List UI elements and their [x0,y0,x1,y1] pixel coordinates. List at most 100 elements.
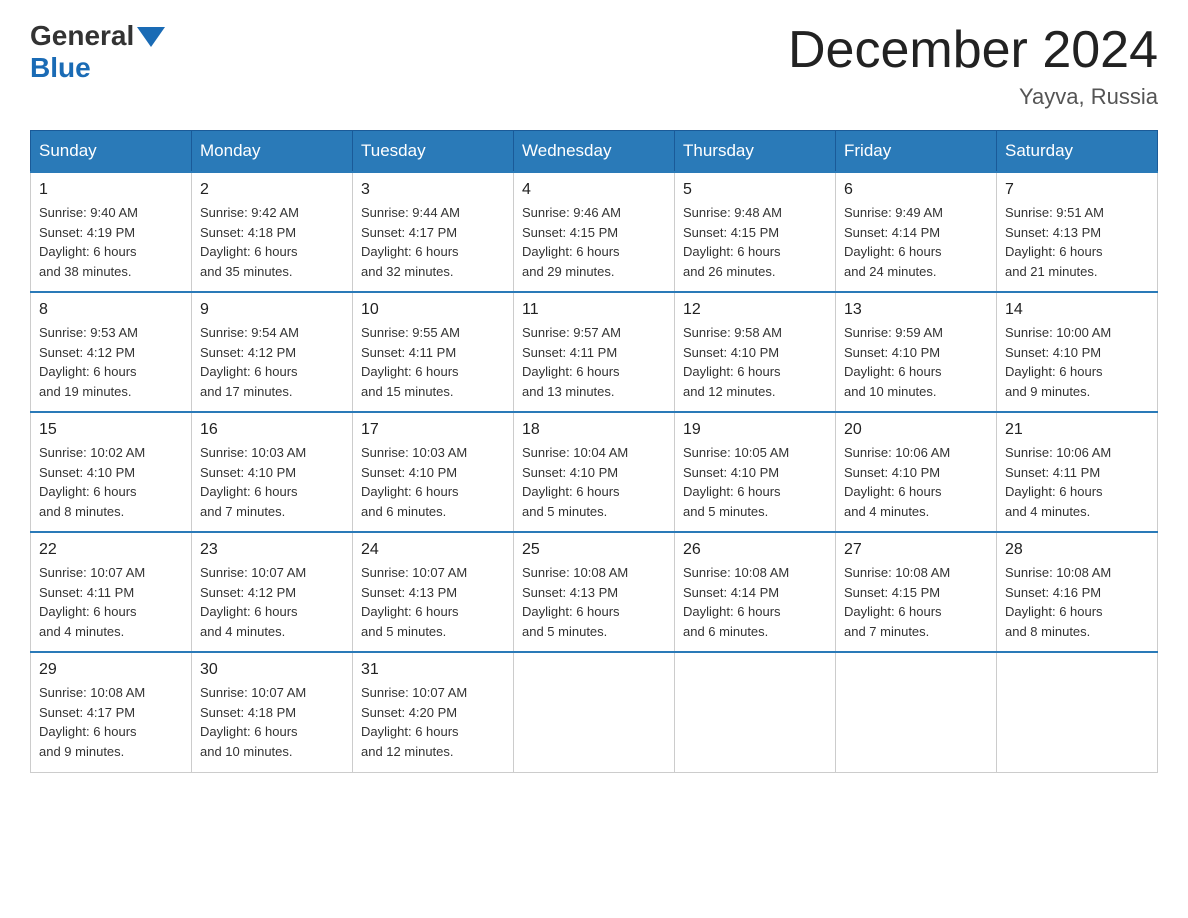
calendar-cell: 6 Sunrise: 9:49 AM Sunset: 4:14 PM Daylig… [836,172,997,292]
calendar-cell: 13 Sunrise: 9:59 AM Sunset: 4:10 PM Dayli… [836,292,997,412]
day-of-week-header: Tuesday [353,131,514,173]
day-number: 12 [683,301,827,319]
day-number: 17 [361,421,505,439]
day-number: 22 [39,541,183,559]
calendar-cell [836,652,997,772]
day-number: 4 [522,181,666,199]
day-info: Sunrise: 9:54 AM Sunset: 4:12 PM Dayligh… [200,323,344,401]
day-number: 23 [200,541,344,559]
logo: General Blue [30,20,165,84]
day-number: 16 [200,421,344,439]
day-info: Sunrise: 10:08 AM Sunset: 4:17 PM Daylig… [39,683,183,761]
day-info: Sunrise: 10:00 AM Sunset: 4:10 PM Daylig… [1005,323,1149,401]
calendar-cell: 30 Sunrise: 10:07 AM Sunset: 4:18 PM Dayl… [192,652,353,772]
calendar-week-row: 15Sunrise: 10:02 AM Sunset: 4:10 PM Dayl… [31,412,1158,532]
logo-blue: Blue [30,52,91,84]
day-info: Sunrise: 10:07 AM Sunset: 4:20 PM Daylig… [361,683,505,761]
day-of-week-header: Saturday [997,131,1158,173]
day-number: 8 [39,301,183,319]
day-number: 11 [522,301,666,319]
day-info: Sunrise: 9:40 AM Sunset: 4:19 PM Dayligh… [39,203,183,281]
calendar-cell: 24 Sunrise: 10:07 AM Sunset: 4:13 PM Dayl… [353,532,514,652]
day-number: 20 [844,421,988,439]
day-number: 24 [361,541,505,559]
calendar-cell: 25 Sunrise: 10:08 AM Sunset: 4:13 PM Dayl… [514,532,675,652]
calendar-cell: 10Sunrise: 9:55 AM Sunset: 4:11 PM Dayli… [353,292,514,412]
day-of-week-header: Wednesday [514,131,675,173]
day-info: Sunrise: 10:08 AM Sunset: 4:13 PM Daylig… [522,563,666,641]
calendar-cell [514,652,675,772]
calendar-cell: 18 Sunrise: 10:04 AM Sunset: 4:10 PM Dayl… [514,412,675,532]
day-info: Sunrise: 10:05 AM Sunset: 4:10 PM Daylig… [683,443,827,521]
calendar-cell: 9 Sunrise: 9:54 AM Sunset: 4:12 PM Daylig… [192,292,353,412]
day-number: 29 [39,661,183,679]
day-info: Sunrise: 10:06 AM Sunset: 4:11 PM Daylig… [1005,443,1149,521]
days-of-week-row: SundayMondayTuesdayWednesdayThursdayFrid… [31,131,1158,173]
day-info: Sunrise: 10:07 AM Sunset: 4:13 PM Daylig… [361,563,505,641]
day-number: 13 [844,301,988,319]
day-info: Sunrise: 10:07 AM Sunset: 4:11 PM Daylig… [39,563,183,641]
day-number: 7 [1005,181,1149,199]
day-number: 27 [844,541,988,559]
day-number: 21 [1005,421,1149,439]
calendar-header: SundayMondayTuesdayWednesdayThursdayFrid… [31,131,1158,173]
day-number: 26 [683,541,827,559]
day-info: Sunrise: 9:58 AM Sunset: 4:10 PM Dayligh… [683,323,827,401]
calendar-cell: 1Sunrise: 9:40 AM Sunset: 4:19 PM Daylig… [31,172,192,292]
day-info: Sunrise: 9:48 AM Sunset: 4:15 PM Dayligh… [683,203,827,281]
day-info: Sunrise: 9:57 AM Sunset: 4:11 PM Dayligh… [522,323,666,401]
day-info: Sunrise: 9:42 AM Sunset: 4:18 PM Dayligh… [200,203,344,281]
day-number: 3 [361,181,505,199]
calendar-cell [675,652,836,772]
calendar-cell: 28 Sunrise: 10:08 AM Sunset: 4:16 PM Dayl… [997,532,1158,652]
calendar-cell: 8 Sunrise: 9:53 AM Sunset: 4:12 PM Daylig… [31,292,192,412]
calendar-cell: 15Sunrise: 10:02 AM Sunset: 4:10 PM Dayl… [31,412,192,532]
day-number: 31 [361,661,505,679]
day-number: 28 [1005,541,1149,559]
day-info: Sunrise: 10:03 AM Sunset: 4:10 PM Daylig… [361,443,505,521]
location: Yayva, Russia [788,84,1158,110]
calendar-cell: 12 Sunrise: 9:58 AM Sunset: 4:10 PM Dayli… [675,292,836,412]
day-info: Sunrise: 10:08 AM Sunset: 4:14 PM Daylig… [683,563,827,641]
calendar-cell: 29 Sunrise: 10:08 AM Sunset: 4:17 PM Dayl… [31,652,192,772]
calendar-cell: 26 Sunrise: 10:08 AM Sunset: 4:14 PM Dayl… [675,532,836,652]
day-number: 14 [1005,301,1149,319]
title-section: December 2024 Yayva, Russia [788,20,1158,110]
day-info: Sunrise: 10:06 AM Sunset: 4:10 PM Daylig… [844,443,988,521]
logo-general: General [30,20,134,52]
day-info: Sunrise: 9:46 AM Sunset: 4:15 PM Dayligh… [522,203,666,281]
calendar-cell: 17 Sunrise: 10:03 AM Sunset: 4:10 PM Dayl… [353,412,514,532]
calendar-cell: 2Sunrise: 9:42 AM Sunset: 4:18 PM Daylig… [192,172,353,292]
day-info: Sunrise: 10:08 AM Sunset: 4:16 PM Daylig… [1005,563,1149,641]
day-info: Sunrise: 10:07 AM Sunset: 4:18 PM Daylig… [200,683,344,761]
day-number: 6 [844,181,988,199]
logo-triangle-icon [137,27,165,47]
day-info: Sunrise: 9:59 AM Sunset: 4:10 PM Dayligh… [844,323,988,401]
calendar-cell: 14 Sunrise: 10:00 AM Sunset: 4:10 PM Dayl… [997,292,1158,412]
calendar-cell: 5Sunrise: 9:48 AM Sunset: 4:15 PM Daylig… [675,172,836,292]
day-info: Sunrise: 9:44 AM Sunset: 4:17 PM Dayligh… [361,203,505,281]
calendar-cell: 3 Sunrise: 9:44 AM Sunset: 4:17 PM Daylig… [353,172,514,292]
calendar-cell [997,652,1158,772]
calendar-cell: 22 Sunrise: 10:07 AM Sunset: 4:11 PM Dayl… [31,532,192,652]
day-info: Sunrise: 9:53 AM Sunset: 4:12 PM Dayligh… [39,323,183,401]
day-number: 10 [361,301,505,319]
calendar-cell: 20 Sunrise: 10:06 AM Sunset: 4:10 PM Dayl… [836,412,997,532]
calendar-week-row: 8 Sunrise: 9:53 AM Sunset: 4:12 PM Daylig… [31,292,1158,412]
day-number: 18 [522,421,666,439]
day-of-week-header: Friday [836,131,997,173]
calendar-cell: 19Sunrise: 10:05 AM Sunset: 4:10 PM Dayl… [675,412,836,532]
day-info: Sunrise: 9:49 AM Sunset: 4:14 PM Dayligh… [844,203,988,281]
calendar-cell: 16Sunrise: 10:03 AM Sunset: 4:10 PM Dayl… [192,412,353,532]
day-info: Sunrise: 10:04 AM Sunset: 4:10 PM Daylig… [522,443,666,521]
day-of-week-header: Monday [192,131,353,173]
day-number: 9 [200,301,344,319]
day-number: 30 [200,661,344,679]
day-number: 25 [522,541,666,559]
day-info: Sunrise: 10:07 AM Sunset: 4:12 PM Daylig… [200,563,344,641]
calendar-cell: 31 Sunrise: 10:07 AM Sunset: 4:20 PM Dayl… [353,652,514,772]
day-of-week-header: Sunday [31,131,192,173]
calendar-cell: 21 Sunrise: 10:06 AM Sunset: 4:11 PM Dayl… [997,412,1158,532]
day-number: 15 [39,421,183,439]
day-info: Sunrise: 9:51 AM Sunset: 4:13 PM Dayligh… [1005,203,1149,281]
